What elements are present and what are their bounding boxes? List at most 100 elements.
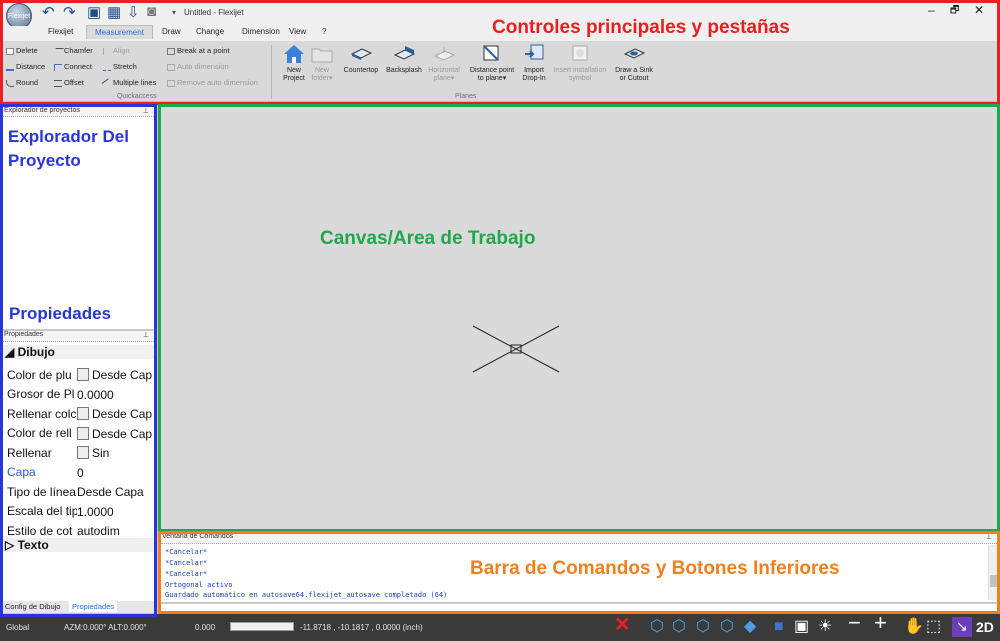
stretch-button[interactable]: Stretch <box>103 62 137 71</box>
align-icon <box>103 47 111 55</box>
property-value[interactable]: autodim <box>77 524 120 538</box>
property-value[interactable]: 0.0000 <box>77 387 114 401</box>
section-dibujo[interactable]: ◢ Dibujo <box>3 345 154 359</box>
view-front-icon[interactable]: ⬡ <box>672 618 686 636</box>
pin-icon[interactable]: ⊥ <box>143 107 149 115</box>
import-icon <box>525 44 544 60</box>
backsplash-label: Backsplash <box>386 67 422 74</box>
align-button[interactable]: Align <box>103 46 130 55</box>
import-label2: Drop-In <box>522 75 546 82</box>
color-swatch[interactable] <box>77 426 89 440</box>
horizontal-plane-label2: plane <box>433 75 451 82</box>
scrollbar-thumb[interactable] <box>990 575 997 587</box>
draw-sink-button[interactable]: Draw a Sink or Cutout <box>611 44 657 83</box>
download-icon[interactable]: ⇩ <box>127 3 140 23</box>
horizontal-plane-button[interactable]: Horizontal plane▾ <box>424 44 464 83</box>
color-swatch[interactable] <box>77 446 89 460</box>
property-value[interactable]: Desde Cap <box>92 407 152 421</box>
close-button[interactable]: ✕ <box>974 3 984 17</box>
zoom-window-icon[interactable]: ⬚ <box>926 618 941 636</box>
property-name: Color de rell <box>7 426 72 441</box>
orthogonal-toggle[interactable]: ↘ <box>952 617 972 637</box>
import-drop-in-button[interactable]: Import Drop-In <box>516 44 552 83</box>
redo-icon[interactable]: ↷ <box>63 3 76 23</box>
countertop-button[interactable]: Countertop <box>338 44 384 75</box>
offset-button[interactable]: Offset <box>54 78 84 87</box>
property-value[interactable]: Desde Cap <box>92 426 152 440</box>
view-top-icon[interactable]: ⬡ <box>650 618 664 636</box>
property-value[interactable]: Sin <box>92 446 109 460</box>
color-swatch[interactable] <box>77 407 89 421</box>
chamfer-button[interactable]: Chamfer <box>51 46 93 55</box>
pan-hand-icon[interactable]: ✋ <box>904 618 924 636</box>
zoom-in-icon[interactable]: + <box>874 612 887 634</box>
property-row[interactable]: Color de rell Desde Cap <box>7 426 154 441</box>
tab-measurement[interactable]: Measurement <box>86 25 153 39</box>
multiple-lines-button[interactable]: Multiple lines <box>101 77 156 89</box>
gamepad-icon[interactable]: ◙ <box>147 3 156 23</box>
command-scrollbar[interactable] <box>988 545 997 600</box>
backsplash-button[interactable]: Backsplash <box>382 44 426 75</box>
quickaccess-group-label: Quickaccess <box>117 93 157 100</box>
tab-propiedades[interactable]: Propiedades <box>69 601 118 612</box>
cancel-icon[interactable]: ✕ <box>614 615 631 635</box>
tab-change[interactable]: Change <box>196 27 224 36</box>
property-row[interactable]: Grosor de Pl 0.0000 <box>7 387 154 401</box>
property-value[interactable]: Desde Cap <box>92 368 152 382</box>
tab-draw[interactable]: Draw <box>162 27 181 36</box>
view-2d-button[interactable]: 2D <box>976 619 994 635</box>
tab-flexijet[interactable]: Flexijet <box>48 27 73 36</box>
view-side-icon[interactable]: ⬡ <box>696 618 710 636</box>
tab-help[interactable]: ? <box>322 27 326 36</box>
light-icon[interactable]: ☀ <box>818 618 832 636</box>
property-row[interactable]: Capa 0 <box>7 465 154 479</box>
property-row[interactable]: Tipo de líneaDesde Capa <box>7 484 154 499</box>
sink-icon <box>623 48 645 59</box>
customize-arrow-icon[interactable]: ▾ <box>172 8 176 28</box>
tab-config-dibujo[interactable]: Config de Dibujo <box>5 602 60 611</box>
color-swatch[interactable] <box>77 368 89 382</box>
pin-icon[interactable]: ⊥ <box>986 533 992 541</box>
layer-icon[interactable]: ■ <box>774 618 784 636</box>
property-row[interactable]: Color de plu Desde Cap <box>7 367 154 382</box>
insert-installation-symbol-button[interactable]: Insert installation symbol <box>548 44 612 83</box>
property-row[interactable]: Estilo de cot autodim <box>7 523 154 538</box>
auto-dimension-label: Auto dimension <box>177 62 229 71</box>
remove-auto-dimension-button[interactable]: Remove auto dimension <box>167 78 258 87</box>
auto-dimension-button[interactable]: Auto dimension <box>167 62 229 71</box>
tab-dimension[interactable]: Dimension <box>242 27 280 36</box>
undo-icon[interactable]: ↶ <box>42 3 55 23</box>
command-line: *Cancelar* <box>165 548 208 556</box>
delete-button[interactable]: Delete <box>6 46 38 55</box>
distance-button[interactable]: Distance <box>6 62 45 71</box>
minimize-button[interactable]: – <box>928 3 935 17</box>
snap-icon[interactable]: ▣ <box>794 618 809 636</box>
property-value[interactable]: Desde Capa <box>77 485 144 499</box>
distance-point-button[interactable]: Distance point to plane▾ <box>464 44 520 83</box>
command-input[interactable] <box>161 603 997 613</box>
break-at-point-button[interactable]: Break at a point <box>167 46 230 55</box>
tab-view[interactable]: View <box>289 27 306 36</box>
view-iso-icon[interactable]: ⬡ <box>720 618 734 636</box>
zoom-out-icon[interactable]: − <box>848 612 861 634</box>
coordinate-mode[interactable]: Global <box>6 623 29 632</box>
view-3d-icon[interactable]: ◆ <box>744 618 756 636</box>
property-row[interactable]: Rellenar colc Desde Cap <box>7 406 154 421</box>
restore-button[interactable]: 🗗 <box>950 3 959 20</box>
section-dibujo-label: Dibujo <box>17 345 55 359</box>
section-texto[interactable]: ▷ Texto <box>3 538 154 552</box>
property-row[interactable]: Rellenar Sin <box>7 445 154 460</box>
new-folder-button[interactable]: New folder▾ <box>302 44 342 83</box>
installation-symbol-icon <box>572 45 588 61</box>
pin-icon[interactable]: ⊥ <box>143 331 149 339</box>
property-value[interactable]: 1.0000 <box>77 504 114 518</box>
distance-label: Distance <box>16 62 46 71</box>
connect-button[interactable]: Connect <box>54 62 92 71</box>
save-icon[interactable]: ▣ <box>87 3 101 23</box>
property-row[interactable]: Escala del tip1.0000 <box>7 504 154 518</box>
round-button[interactable]: Round <box>6 78 38 87</box>
value-input[interactable] <box>230 622 294 631</box>
property-value[interactable]: 0 <box>77 465 84 479</box>
drawing-canvas[interactable] <box>161 107 997 530</box>
export-icon[interactable]: ▦ <box>107 3 121 23</box>
